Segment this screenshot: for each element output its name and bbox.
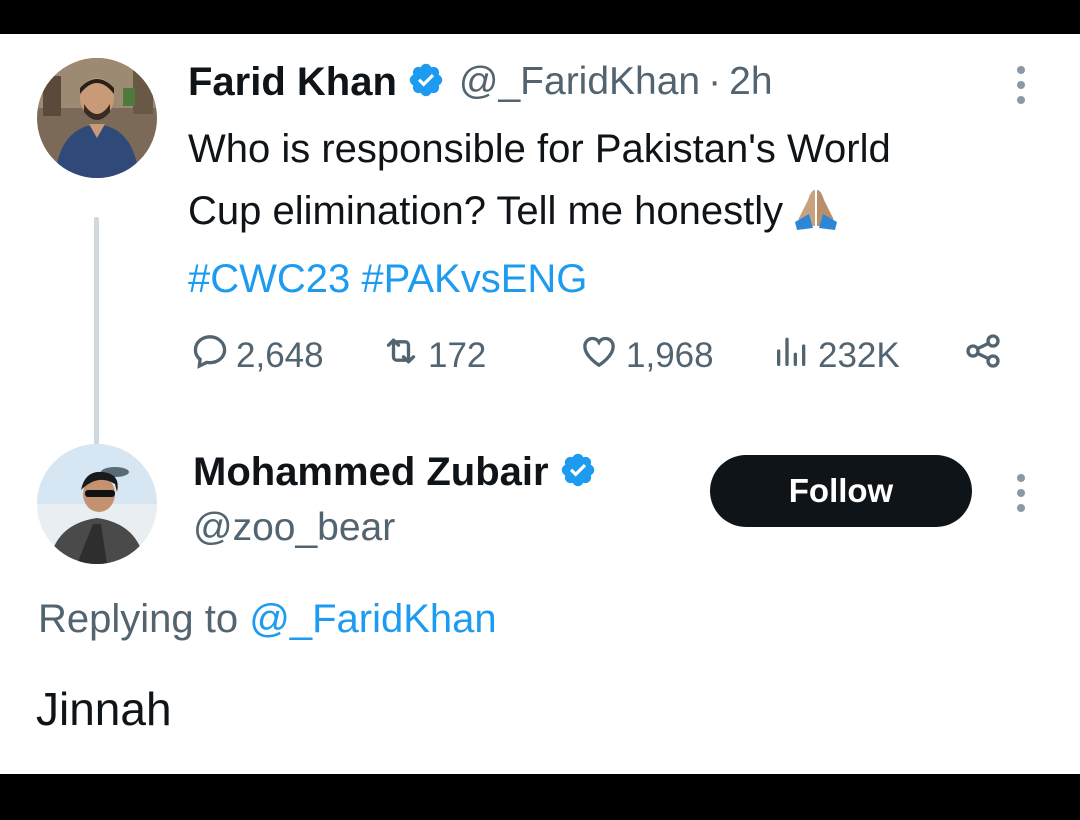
retweet-icon: [380, 331, 428, 380]
tweet-text: Who is responsible for Pakistan's World …: [188, 118, 1048, 310]
replying-to-label: Replying to: [38, 597, 239, 641]
tweet-timestamp[interactable]: 2h: [729, 60, 772, 104]
replying-to-mention[interactable]: @_FaridKhan: [249, 597, 496, 641]
author-name[interactable]: Farid Khan: [188, 60, 397, 105]
thread-connector-line: [94, 217, 99, 472]
bar-chart-icon: [772, 331, 818, 380]
reply-action[interactable]: 2,648: [190, 331, 324, 380]
hashtag-link[interactable]: #PAKvsENG: [361, 257, 587, 301]
retweet-count: 172: [428, 335, 487, 375]
tweet-text-line-2: Cup elimination? Tell me honestly: [188, 189, 784, 233]
tweet-actions: 2,648 172 1,968 232K: [190, 331, 1020, 375]
avatar-mohammed-zubair[interactable]: [37, 444, 157, 564]
reply-text: Jinnah: [36, 683, 172, 735]
tweet-thread: Farid Khan @_FaridKhan · 2h Who is respo…: [0, 34, 1080, 774]
share-icon: [962, 331, 1010, 380]
reply-author: Mohammed Zubair: [193, 450, 597, 495]
like-count: 1,968: [626, 335, 714, 375]
verified-badge-icon: [559, 451, 597, 494]
separator-dot: ·: [708, 60, 722, 103]
replying-to-line: Replying to @_FaridKhan: [38, 597, 497, 642]
reply-author-handle[interactable]: @zoo_bear: [193, 506, 395, 550]
more-vertical-icon[interactable]: [1017, 474, 1025, 512]
heart-icon: [578, 331, 626, 380]
follow-button[interactable]: Follow: [710, 455, 972, 527]
views-count: 232K: [818, 335, 900, 375]
more-vertical-icon[interactable]: [1017, 66, 1025, 104]
comment-icon: [190, 331, 236, 380]
views-action[interactable]: 232K: [772, 331, 900, 380]
folded-hands-icon: [791, 186, 841, 248]
like-action[interactable]: 1,968: [578, 331, 714, 380]
avatar-farid-khan[interactable]: [37, 58, 157, 178]
reply-count: 2,648: [236, 335, 324, 375]
author-handle[interactable]: @_FaridKhan: [459, 60, 700, 104]
reply-author-name[interactable]: Mohammed Zubair: [193, 450, 549, 495]
share-action[interactable]: [962, 331, 1010, 380]
verified-badge-icon: [407, 61, 445, 104]
tweet-header: Farid Khan @_FaridKhan · 2h: [188, 58, 773, 106]
retweet-action[interactable]: 172: [380, 331, 486, 380]
hashtag-link[interactable]: #CWC23: [188, 257, 350, 301]
tweet-text-line-1: Who is responsible for Pakistan's World: [188, 127, 891, 171]
